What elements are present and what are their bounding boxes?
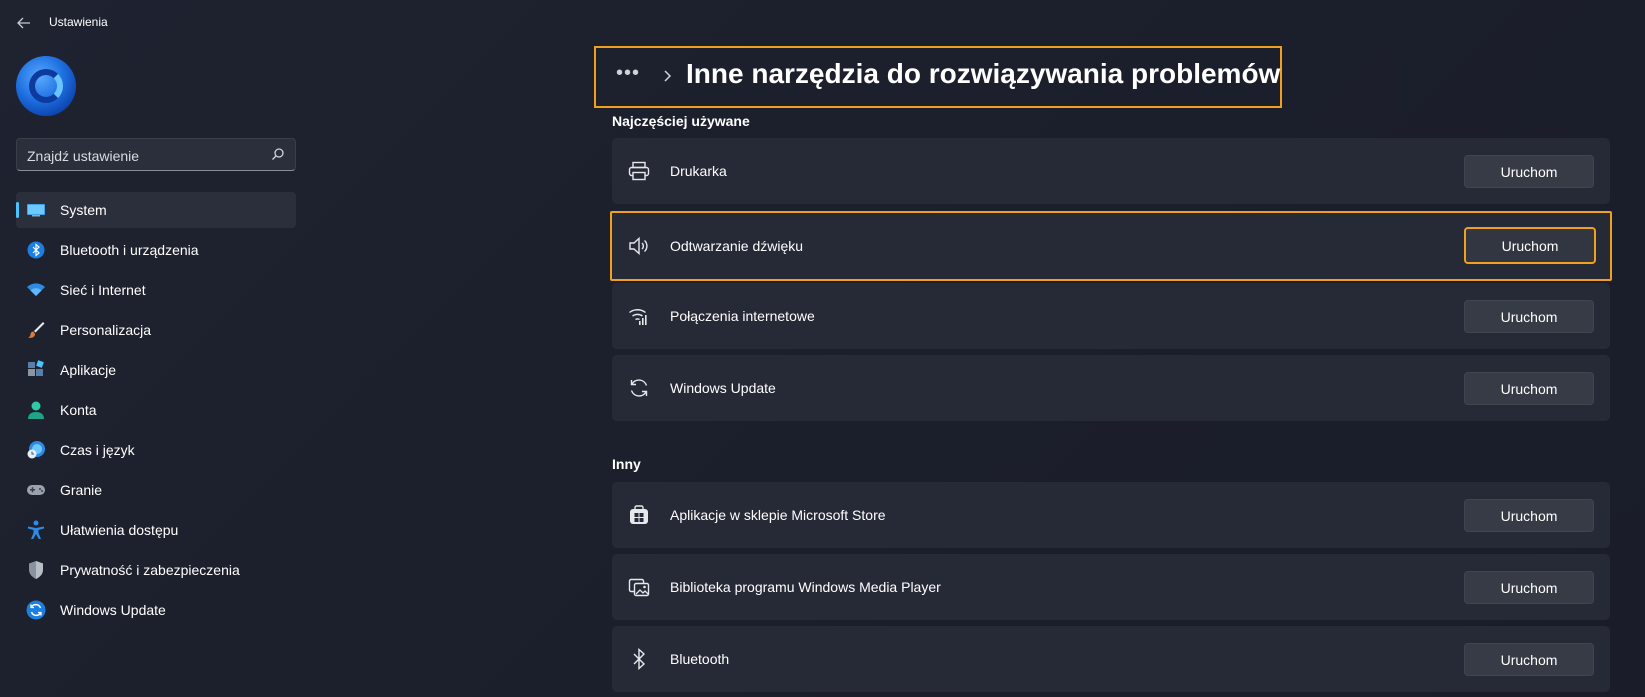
troubleshooter-card-internet: Połączenia internetowe Uruchom: [612, 283, 1610, 349]
sidebar-item-label: Granie: [60, 482, 103, 498]
sidebar-item-label: Konta: [60, 402, 97, 418]
sidebar-nav: System Bluetooth i urządzenia Sieć i Int…: [16, 192, 296, 632]
page-title: Inne narzędzia do rozwiązywania problemó…: [686, 58, 1281, 89]
bluetooth-icon: [26, 240, 46, 260]
page-header: ••• Inne narzędzia do rozwiązywania prob…: [594, 46, 1282, 108]
sidebar-item-accessibility[interactable]: Ułatwienia dostępu: [16, 512, 296, 548]
sidebar-item-system[interactable]: System: [16, 192, 296, 228]
run-button-internet[interactable]: Uruchom: [1464, 300, 1594, 333]
troubleshooter-card-printer: Drukarka Uruchom: [612, 138, 1610, 204]
media-library-icon: [628, 576, 650, 598]
sidebar-item-time-language[interactable]: Czas i język: [16, 432, 296, 468]
sidebar-item-privacy[interactable]: Prywatność i zabezpieczenia: [16, 552, 296, 588]
section-title-other: Inny: [612, 456, 641, 472]
avatar-logo-icon: [29, 69, 63, 103]
sidebar-item-apps[interactable]: Aplikacje: [16, 352, 296, 388]
store-icon: [628, 504, 650, 526]
sidebar-item-label: Bluetooth i urządzenia: [60, 242, 199, 258]
sidebar-item-windows-update[interactable]: Windows Update: [16, 592, 296, 628]
run-button-printer[interactable]: Uruchom: [1464, 155, 1594, 188]
sidebar-item-label: Aplikacje: [60, 362, 117, 378]
troubleshooter-label: Windows Update: [670, 380, 776, 396]
bluetooth-icon: [628, 648, 650, 670]
brush-icon: [26, 320, 46, 340]
sidebar-item-label: Sieć i Internet: [60, 282, 146, 298]
refresh-icon: [628, 377, 650, 399]
run-button-windows-update[interactable]: Uruchom: [1464, 372, 1594, 405]
run-button-audio[interactable]: Uruchom: [1464, 227, 1596, 264]
windows-update-icon: [26, 600, 46, 620]
system-icon: [26, 200, 46, 220]
sidebar-item-label: Windows Update: [60, 602, 166, 618]
sidebar-item-label: System: [60, 202, 107, 218]
gaming-icon: [26, 480, 46, 500]
printer-icon: [628, 160, 650, 182]
apps-icon: [26, 360, 46, 380]
sidebar-item-label: Personalizacja: [60, 322, 152, 338]
speaker-icon: [628, 235, 650, 257]
sidebar-item-bluetooth[interactable]: Bluetooth i urządzenia: [16, 232, 296, 268]
sidebar-item-label: Prywatność i zabezpieczenia: [60, 562, 240, 578]
troubleshooter-card-media-library: Biblioteka programu Windows Media Player…: [612, 554, 1610, 620]
search-icon[interactable]: [271, 147, 285, 161]
time-language-icon: [26, 440, 46, 460]
troubleshooter-card-bluetooth: Bluetooth Uruchom: [612, 626, 1610, 692]
wifi-icon: [26, 280, 46, 300]
accessibility-icon: [26, 520, 46, 540]
troubleshooter-label: Odtwarzanie dźwięku: [670, 238, 804, 254]
sidebar-item-label: Ułatwienia dostępu: [60, 522, 179, 538]
breadcrumb-more-button[interactable]: •••: [616, 62, 640, 85]
run-button-media-library[interactable]: Uruchom: [1464, 571, 1594, 604]
search-box[interactable]: Znajdź ustawienie: [16, 138, 296, 171]
account-icon: [26, 400, 46, 420]
troubleshooter-card-windows-update: Windows Update Uruchom: [612, 355, 1610, 421]
app-title: Ustawienia: [49, 15, 108, 29]
sidebar-item-label: Czas i język: [60, 442, 135, 458]
troubleshooter-card-store-apps: Aplikacje w sklepie Microsoft Store Uruc…: [612, 482, 1610, 548]
section-title-frequent: Najczęściej używane: [612, 113, 750, 129]
troubleshooter-label: Drukarka: [670, 163, 727, 179]
title-bar: Ustawienia: [0, 0, 1645, 44]
troubleshooter-card-audio: Odtwarzanie dźwięku Uruchom: [610, 211, 1612, 281]
run-button-store-apps[interactable]: Uruchom: [1464, 499, 1594, 532]
sidebar-item-network[interactable]: Sieć i Internet: [16, 272, 296, 308]
troubleshooter-label: Bluetooth: [670, 651, 730, 667]
sidebar-item-personalization[interactable]: Personalizacja: [16, 312, 296, 348]
back-arrow-icon: [17, 17, 30, 29]
shield-icon: [26, 560, 46, 580]
troubleshooter-label: Aplikacje w sklepie Microsoft Store: [670, 507, 886, 523]
wifi-icon: [628, 305, 650, 327]
avatar[interactable]: [16, 56, 76, 116]
sidebar-item-gaming[interactable]: Granie: [16, 472, 296, 508]
troubleshooter-label: Połączenia internetowe: [670, 308, 815, 324]
run-button-bluetooth[interactable]: Uruchom: [1464, 643, 1594, 676]
chevron-right-icon: [664, 70, 672, 82]
sidebar-item-accounts[interactable]: Konta: [16, 392, 296, 428]
troubleshooter-label: Biblioteka programu Windows Media Player: [670, 579, 941, 595]
back-button[interactable]: [12, 12, 36, 34]
search-input[interactable]: Znajdź ustawienie: [27, 148, 139, 164]
